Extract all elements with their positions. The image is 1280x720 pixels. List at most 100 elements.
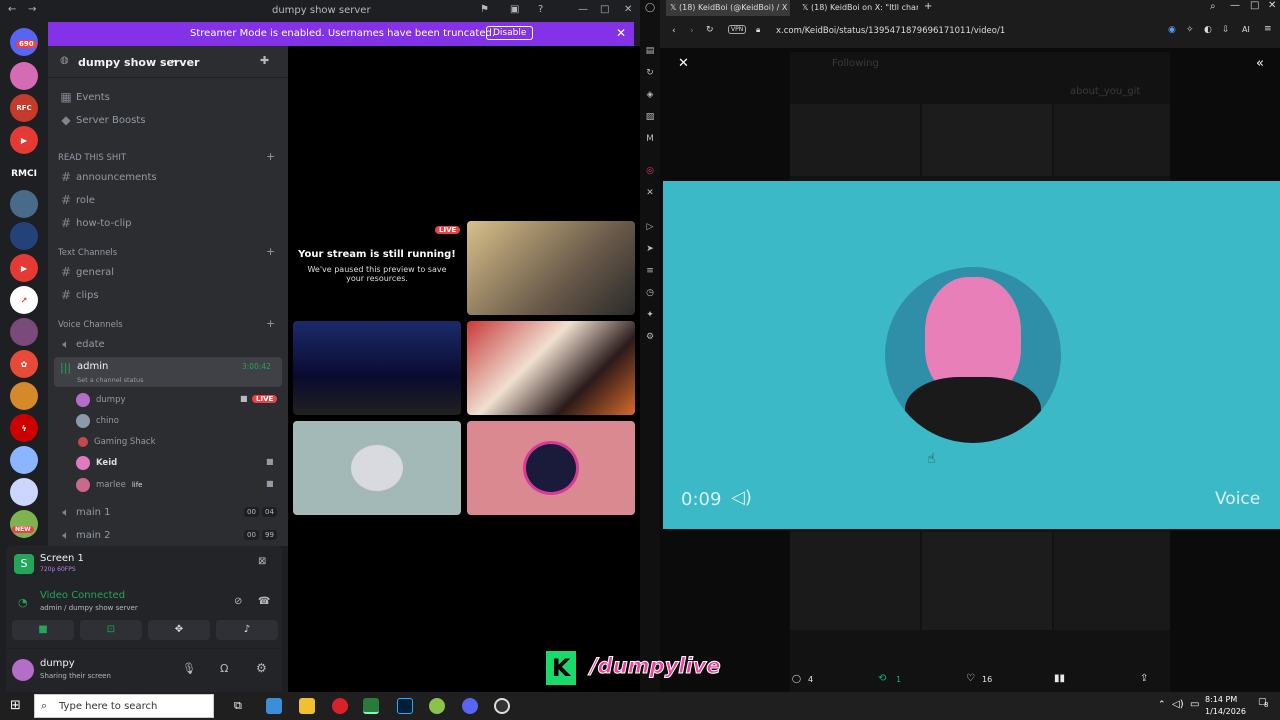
- extension-icon[interactable]: ◈: [644, 90, 656, 102]
- maximize-icon[interactable]: □: [1250, 0, 1259, 11]
- server-icon[interactable]: ↗: [10, 286, 38, 314]
- send-icon[interactable]: ➤: [644, 244, 656, 256]
- clock-icon[interactable]: ◷: [644, 288, 656, 300]
- file-explorer-icon[interactable]: [299, 698, 315, 714]
- video-tile[interactable]: [467, 321, 635, 415]
- tab[interactable]: 𝕏 (18) KeidBoi on X: "Itll char: [798, 0, 918, 16]
- inbox-icon[interactable]: ⚑: [480, 4, 489, 15]
- reply-icon[interactable]: ◯: [792, 674, 801, 683]
- voice-user[interactable]: dumpy: [76, 390, 126, 410]
- share-icon[interactable]: ⇪: [1140, 673, 1148, 684]
- network-icon[interactable]: ▭: [1190, 699, 1199, 710]
- tray-chevron-icon[interactable]: ⌃: [1158, 700, 1166, 710]
- wallet-icon[interactable]: ▤: [644, 46, 656, 58]
- forward-arrow-icon[interactable]: →: [28, 4, 36, 15]
- voice-user[interactable]: chino: [76, 411, 119, 431]
- noise-suppression-icon[interactable]: ⊘: [234, 596, 242, 607]
- settings-gear-icon[interactable]: ⚙: [644, 332, 656, 344]
- audio-icon[interactable]: ◉: [1168, 25, 1176, 35]
- voice-channel-admin[interactable]: ||| admin 3:00:42 Set a channel status: [54, 357, 282, 387]
- signal-icon[interactable]: ◔: [18, 596, 28, 609]
- channel-role[interactable]: # role: [56, 190, 280, 210]
- stop-stream-icon[interactable]: ⊠: [258, 556, 266, 567]
- server-icon[interactable]: ϟ: [10, 414, 38, 442]
- search-icon[interactable]: ⌕: [1210, 1, 1216, 12]
- minimize-icon[interactable]: —: [1230, 0, 1240, 11]
- clock-date[interactable]: 1/14/2026: [1205, 707, 1246, 716]
- events-item[interactable]: ▦ Events: [56, 87, 280, 107]
- avatar[interactable]: [12, 659, 34, 681]
- video-tile[interactable]: [293, 421, 461, 515]
- server-icon[interactable]: [10, 510, 38, 538]
- youtube-server-icon[interactable]: ▶: [10, 126, 38, 154]
- close-media-icon[interactable]: ✕: [678, 56, 689, 71]
- disconnect-icon[interactable]: ☎: [258, 596, 270, 607]
- back-arrow-icon[interactable]: ←: [8, 4, 16, 15]
- photoshop-icon[interactable]: [397, 698, 413, 714]
- video-tile[interactable]: [293, 321, 461, 415]
- soundboard-button[interactable]: ♪: [216, 620, 278, 640]
- forward-icon[interactable]: ›: [690, 26, 694, 36]
- close-icon[interactable]: ✕: [1268, 0, 1276, 11]
- voice-user[interactable]: Gaming Shack: [76, 432, 156, 452]
- back-icon[interactable]: ‹: [672, 26, 676, 36]
- menu-icon[interactable]: ≡: [1264, 24, 1272, 34]
- settings-gear-icon[interactable]: ⚙: [256, 661, 267, 675]
- channel-status[interactable]: Set a channel status: [77, 376, 144, 384]
- voice-channel-edate[interactable]: 🔈︎ edate: [56, 334, 280, 354]
- channel-general[interactable]: # general: [56, 262, 280, 282]
- channel-how-to-clip[interactable]: # how-to-clip: [56, 213, 280, 233]
- tab-active[interactable]: 𝕏 (18) KeidBoi (@KeidBoi) / X: [666, 0, 790, 16]
- collapse-panel-icon[interactable]: «: [1256, 56, 1264, 71]
- download-icon[interactable]: ⇩: [1222, 25, 1230, 35]
- crypto-icon[interactable]: ▨: [644, 112, 656, 124]
- video-tile[interactable]: [467, 421, 635, 515]
- add-channel-icon[interactable]: +: [266, 150, 275, 163]
- server-header[interactable]: ◍ dumpy show server ⌄ ✚: [48, 46, 288, 78]
- like-icon[interactable]: ♡: [966, 673, 975, 684]
- new-tab-icon[interactable]: +: [924, 1, 932, 12]
- category-voice[interactable]: Voice Channels: [58, 320, 123, 330]
- channel-announcements[interactable]: # announcements: [56, 167, 280, 187]
- server-boosts-item[interactable]: ◆ Server Boosts: [56, 110, 280, 130]
- disable-streamer-mode-button[interactable]: Disable: [486, 26, 534, 40]
- server-icon[interactable]: [10, 62, 38, 90]
- extensions-icon[interactable]: ✧: [1186, 25, 1194, 35]
- app-icon[interactable]: [266, 698, 282, 714]
- paused-stream-tile[interactable]: LIVE Your stream is still running! We've…: [293, 221, 461, 315]
- m-icon[interactable]: M: [644, 134, 656, 146]
- server-icon[interactable]: [10, 318, 38, 346]
- views-icon[interactable]: ▮▮: [1054, 673, 1065, 684]
- play-icon[interactable]: ▷: [644, 222, 656, 234]
- repost-icon[interactable]: ⟲: [878, 673, 886, 684]
- maximize-icon[interactable]: □: [600, 4, 609, 15]
- close-banner-icon[interactable]: ✕: [616, 26, 626, 40]
- volume-icon[interactable]: ◁): [731, 487, 752, 508]
- server-icon[interactable]: [10, 222, 38, 250]
- headphones-icon[interactable]: Ω: [220, 662, 228, 675]
- help-icon[interactable]: ?: [538, 4, 543, 15]
- opera-logo-icon[interactable]: ◯: [644, 3, 656, 15]
- activities-button[interactable]: ✥: [148, 620, 210, 640]
- app-icon[interactable]: [429, 698, 445, 714]
- volume-icon[interactable]: ◁): [1172, 699, 1184, 710]
- camera-button[interactable]: ■: [12, 620, 74, 640]
- account-icon[interactable]: ◐: [1204, 25, 1212, 35]
- close-icon[interactable]: ✕: [624, 4, 632, 15]
- category-read[interactable]: READ THIS SHIT: [58, 153, 126, 163]
- obs-icon[interactable]: [494, 698, 510, 714]
- minimize-icon[interactable]: —: [578, 4, 588, 15]
- url-field[interactable]: x.com/KeidBoi/status/1395471879696171011…: [776, 26, 1005, 36]
- add-member-icon[interactable]: ✚: [260, 54, 269, 67]
- channel-clips[interactable]: # clips: [56, 285, 280, 305]
- list-icon[interactable]: ≡: [644, 266, 656, 278]
- opera-icon[interactable]: [332, 698, 348, 714]
- server-icon[interactable]: [10, 446, 38, 474]
- screen-icon[interactable]: ▣: [510, 4, 519, 15]
- server-icon[interactable]: RFC: [10, 94, 38, 122]
- category-text[interactable]: Text Channels: [58, 248, 117, 258]
- clock-time[interactable]: 8:14 PM: [1205, 695, 1237, 704]
- history-icon[interactable]: ↻: [644, 68, 656, 80]
- discord-icon[interactable]: [462, 698, 478, 714]
- x-icon[interactable]: ✕: [644, 188, 656, 200]
